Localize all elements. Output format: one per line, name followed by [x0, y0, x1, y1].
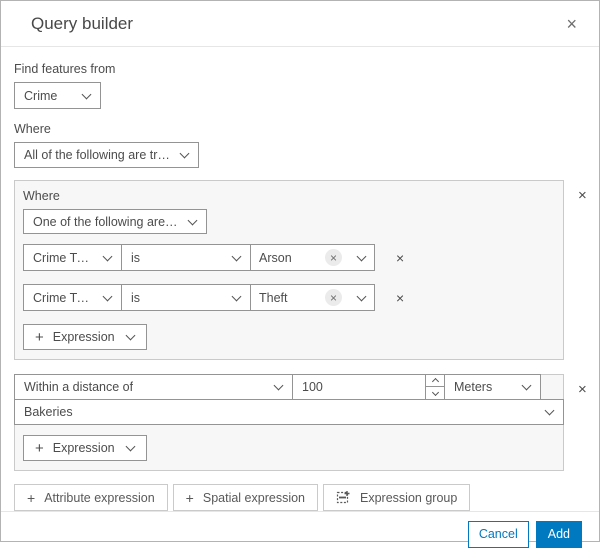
- chevron-down-icon: [356, 251, 367, 261]
- where-label: Where: [14, 122, 51, 136]
- chevron-down-icon: [102, 251, 113, 261]
- add-expression-button[interactable]: + Expression: [23, 435, 147, 461]
- add-spatial-expression-label: Spatial expression: [202, 490, 306, 505]
- dialog-header: Query builder ×: [1, 1, 599, 47]
- dialog-title: Query builder: [31, 13, 134, 33]
- chip-remove-icon[interactable]: ×: [325, 289, 342, 306]
- chevron-down-icon: [231, 291, 242, 301]
- expression-group-icon: [336, 490, 351, 505]
- query-builder-dialog: Query builder × Find features from Crime…: [0, 0, 600, 548]
- target-layer-value: Bakeries: [24, 405, 73, 419]
- target-layer-select[interactable]: Bakeries: [14, 399, 564, 425]
- dialog-body: Find features from Crime Where All of th…: [1, 47, 599, 511]
- target-layer-row: Bakeries: [14, 399, 564, 425]
- chevron-down-icon: [544, 405, 555, 416]
- chevron-down-icon: [356, 291, 367, 301]
- unit-select[interactable]: Meters: [444, 374, 541, 400]
- add-expression-label: Expression: [52, 330, 115, 344]
- chevron-down-icon: [521, 380, 532, 391]
- value-select[interactable]: Theft ×: [250, 284, 375, 311]
- chip-remove-icon[interactable]: ×: [325, 249, 342, 266]
- add-expression-group-label: Expression group: [360, 490, 458, 505]
- expression-group-1: Where One of the following are tr… Crime…: [14, 180, 587, 360]
- chevron-down-icon: [231, 251, 242, 261]
- plus-icon: +: [35, 439, 44, 457]
- logic-operator-value: All of the following are true: [24, 148, 171, 162]
- group1-where-label: Where: [23, 189, 60, 203]
- stepper-up-icon[interactable]: [426, 375, 444, 387]
- field-select[interactable]: Crime Type: [23, 244, 122, 271]
- value-select[interactable]: Arson ×: [250, 244, 375, 271]
- value-chip-label: Theft: [259, 290, 288, 305]
- field-value: Crime Type: [33, 290, 94, 305]
- unit-value: Meters: [454, 380, 493, 394]
- chevron-down-icon: [187, 215, 198, 225]
- value-chip-label: Arson: [259, 250, 292, 265]
- add-expression-label: Expression: [52, 441, 115, 455]
- field-value: Crime Type: [33, 250, 94, 265]
- spatial-operator-select[interactable]: Within a distance of: [14, 374, 293, 400]
- remove-group-icon[interactable]: ×: [573, 186, 592, 205]
- close-icon[interactable]: ×: [560, 11, 583, 37]
- group1-logic-operator-select[interactable]: One of the following are tr…: [23, 209, 207, 234]
- remove-group-icon[interactable]: ×: [573, 380, 592, 399]
- operator-select[interactable]: is: [121, 284, 251, 311]
- stepper-down-icon[interactable]: [426, 387, 444, 399]
- distance-input[interactable]: [293, 375, 425, 399]
- dialog-footer: Cancel Add: [1, 511, 599, 556]
- field-select[interactable]: Crime Type: [23, 284, 122, 311]
- chevron-down-icon: [102, 291, 113, 301]
- chevron-down-icon: [125, 441, 136, 452]
- add-spatial-expression-button[interactable]: + Spatial expression: [172, 484, 319, 511]
- group1-logic-operator-value: One of the following are tr…: [33, 214, 179, 229]
- condition-row-1: Crime Type is Arson × ×: [23, 244, 555, 271]
- chevron-down-icon: [273, 380, 284, 391]
- spatial-condition-row: Within a distance of Meters: [14, 374, 564, 400]
- layer-source-select[interactable]: Crime: [14, 82, 101, 109]
- operator-value: is: [131, 250, 141, 265]
- condition-row-2: Crime Type is Theft × ×: [23, 284, 555, 311]
- expression-group-2: Within a distance of Meters: [14, 374, 587, 471]
- chevron-down-icon: [179, 148, 190, 159]
- plus-icon: +: [185, 489, 194, 506]
- remove-condition-icon[interactable]: ×: [392, 249, 408, 267]
- spatial-operator-value: Within a distance of: [24, 380, 134, 394]
- remove-condition-icon[interactable]: ×: [392, 289, 408, 307]
- operator-value: is: [131, 290, 141, 305]
- cancel-button[interactable]: Cancel: [467, 520, 529, 548]
- distance-stepper: [425, 375, 444, 399]
- plus-icon: +: [27, 489, 36, 506]
- add-attribute-expression-button[interactable]: + Attribute expression: [14, 484, 168, 511]
- add-expression-button[interactable]: + Expression: [23, 324, 147, 350]
- adder-buttons-row: + Attribute expression + Spatial express…: [14, 484, 586, 511]
- expression-group-1-box: Where One of the following are tr… Crime…: [14, 180, 564, 360]
- layer-source-value: Crime: [24, 88, 58, 103]
- chevron-down-icon: [125, 330, 136, 341]
- add-attribute-expression-label: Attribute expression: [44, 490, 155, 505]
- chevron-down-icon: [81, 89, 92, 99]
- logic-operator-select[interactable]: All of the following are true: [14, 142, 199, 168]
- add-button[interactable]: Add: [535, 520, 582, 548]
- expression-group-2-box: Within a distance of Meters: [14, 374, 564, 471]
- operator-select[interactable]: is: [121, 244, 251, 271]
- plus-icon: +: [35, 328, 44, 346]
- find-features-label: Find features from: [14, 62, 116, 76]
- distance-input-wrap: [292, 374, 445, 400]
- add-expression-group-button[interactable]: Expression group: [323, 484, 471, 511]
